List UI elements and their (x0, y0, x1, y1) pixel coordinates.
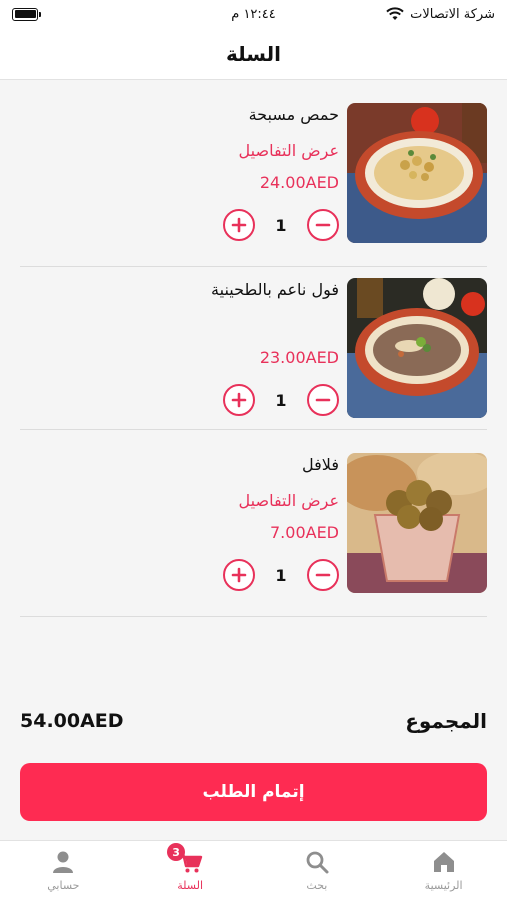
plus-icon (231, 567, 247, 583)
nav-label: حسابي (47, 879, 80, 892)
hummus-photo[interactable] (347, 103, 487, 243)
nav-label: بحث (306, 879, 328, 892)
carrier-name: شركة الاتصالات (410, 6, 495, 22)
decrease-quantity-button[interactable] (307, 559, 339, 591)
nav-item-home[interactable]: الرئيسية (380, 841, 507, 900)
status-time: ١٢:٤٤ م (231, 6, 276, 22)
view-details-link[interactable]: عرض التفاصيل (239, 491, 339, 513)
minus-icon (315, 223, 331, 227)
bottom-nav: الرئيسية بحث 3 السلة حسابي (0, 840, 507, 900)
decrease-quantity-button[interactable] (307, 209, 339, 241)
nav-item-search[interactable]: بحث (254, 841, 381, 900)
home-icon (431, 849, 457, 875)
cart-icon: 3 (167, 843, 203, 875)
plus-icon (231, 392, 247, 408)
order-total: 54.00AED المجموع (20, 705, 487, 737)
item-info: حمص مسبحة عرض التفاصيل 24.00AED 1 (29, 103, 339, 241)
carrier-info: شركة الاتصالات (386, 7, 495, 22)
quantity-stepper: 1 (223, 559, 339, 591)
total-value: 54.00AED (20, 710, 124, 732)
quantity-stepper: 1 (223, 209, 339, 241)
item-price: 7.00AED (270, 523, 339, 542)
increase-quantity-button[interactable] (223, 384, 255, 416)
quantity-stepper: 1 (223, 384, 339, 416)
item-price: 23.00AED (259, 348, 339, 367)
quantity-value: 1 (275, 215, 287, 235)
view-details-link[interactable]: عرض التفاصيل (239, 141, 339, 163)
minus-icon (315, 573, 331, 577)
total-label: المجموع (405, 709, 487, 733)
page-title: السلة (225, 41, 281, 66)
nav-item-account[interactable]: حسابي (0, 841, 127, 900)
battery-indicator (12, 7, 41, 21)
wifi-icon (386, 7, 404, 20)
cart-count-badge: 3 (167, 843, 186, 861)
cart-item: فول ناعم بالطحينية 23.00AED 1 (20, 278, 487, 418)
user-icon (50, 849, 76, 875)
quantity-value: 1 (275, 390, 287, 410)
item-info: فول ناعم بالطحينية 23.00AED 1 (29, 278, 339, 416)
item-name: فول ناعم بالطحينية (211, 280, 339, 299)
plus-icon (231, 217, 247, 233)
increase-quantity-button[interactable] (223, 559, 255, 591)
item-price: 24.00AED (259, 173, 339, 192)
foul-photo[interactable] (347, 278, 487, 418)
cart-item: حمص مسبحة عرض التفاصيل 24.00AED 1 (20, 103, 487, 243)
nav-label: السلة (177, 879, 203, 892)
minus-icon (315, 398, 331, 402)
falafel-photo[interactable] (347, 453, 487, 593)
item-divider (20, 266, 487, 267)
nav-item-cart[interactable]: 3 السلة (127, 841, 254, 900)
battery-icon (12, 7, 41, 21)
item-name: حمص مسبحة (248, 105, 339, 124)
increase-quantity-button[interactable] (223, 209, 255, 241)
item-info: فلافل عرض التفاصيل 7.00AED 1 (29, 453, 339, 591)
nav-label: الرئيسية (424, 879, 463, 892)
item-divider (20, 616, 487, 617)
cart-item: فلافل عرض التفاصيل 7.00AED 1 (20, 453, 487, 593)
checkout-button[interactable]: إتمام الطلب (20, 763, 487, 821)
search-icon (304, 849, 330, 875)
item-divider (20, 429, 487, 430)
item-name: فلافل (302, 455, 339, 474)
page-header: السلة (0, 28, 507, 80)
decrease-quantity-button[interactable] (307, 384, 339, 416)
status-bar: ١٢:٤٤ م شركة الاتصالات (0, 0, 507, 28)
quantity-value: 1 (275, 565, 287, 585)
